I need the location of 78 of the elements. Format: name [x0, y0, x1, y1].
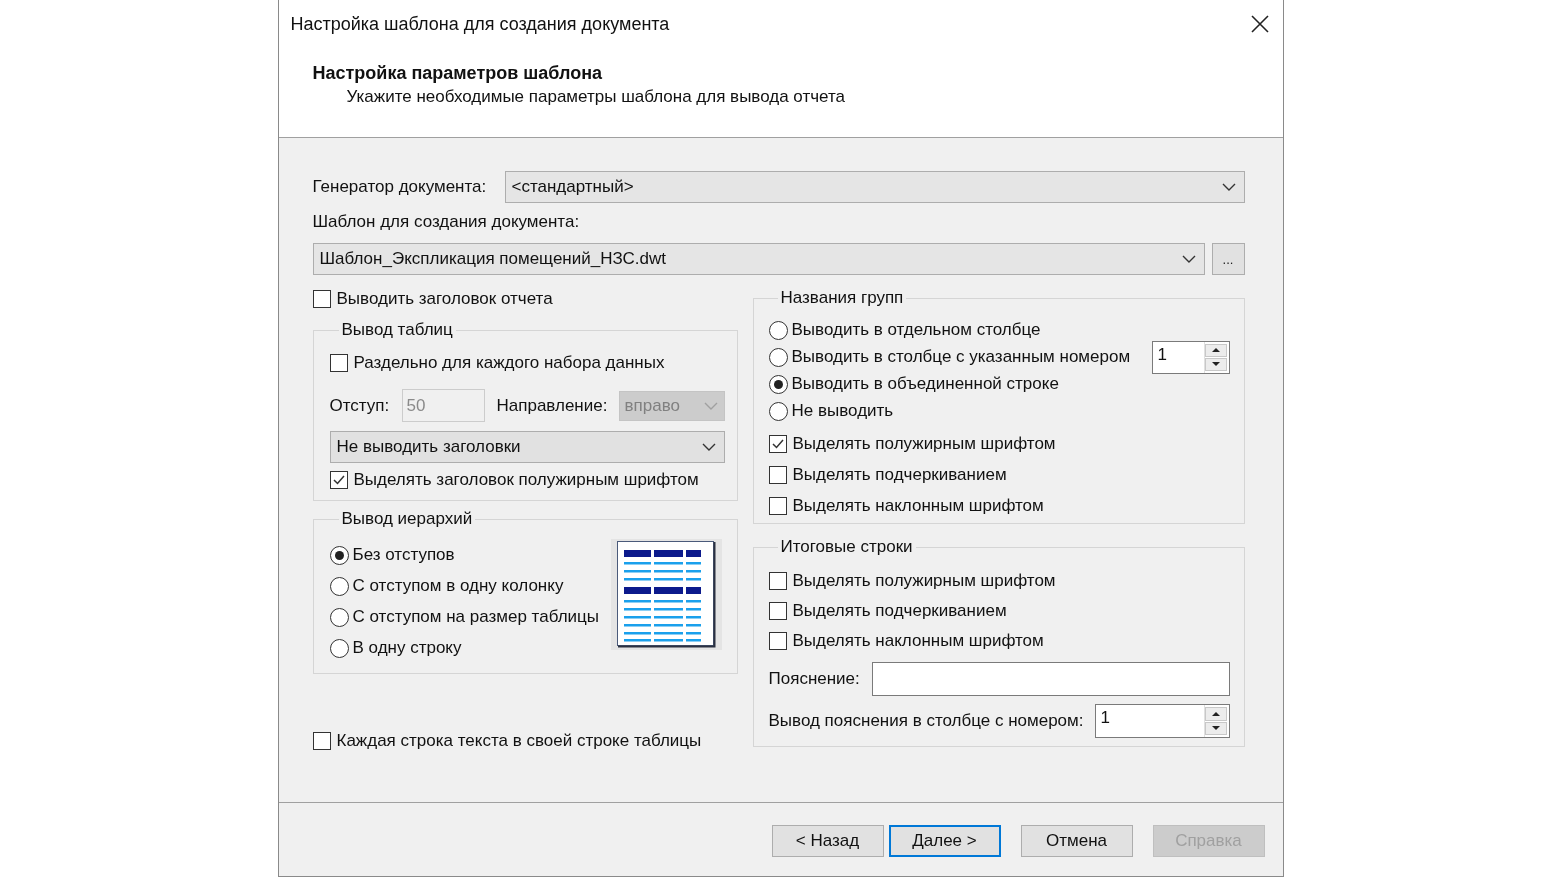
field-label: Отступ:	[329, 395, 391, 416]
group-title: Вывод таблиц	[340, 320, 454, 340]
field-label: Пояснение:	[768, 669, 861, 689]
group-title: Названия групп	[779, 288, 905, 308]
checkbox[interactable]	[312, 732, 331, 750]
dropdown[interactable]: <стандартный>	[504, 171, 1245, 203]
checkbox-label[interactable]: Каждая строка текста в своей строке таблицы	[336, 731, 702, 751]
radio-label[interactable]: Выводить в объединенной строке	[791, 374, 1059, 394]
down-triangle-icon	[1211, 362, 1220, 366]
up-triangle-icon	[1211, 348, 1220, 352]
checkbox-label[interactable]: Выводить заголовок отчета	[336, 289, 553, 309]
dropdown[interactable]: Шаблон_Экспликация помещений_НЗС.dwt	[312, 243, 1205, 275]
radio-label[interactable]: Без отступов	[352, 545, 455, 565]
chevron-down-icon	[701, 443, 716, 451]
number-field[interactable]: 1	[1094, 704, 1230, 738]
checkbox[interactable]	[768, 572, 787, 590]
input-field[interactable]	[871, 662, 1230, 696]
radio-label[interactable]: Выводить в отдельном столбце	[791, 320, 1041, 340]
radio-label[interactable]: Не выводить	[791, 401, 894, 421]
close-icon	[1250, 15, 1269, 33]
chevron-down-icon	[703, 401, 718, 410]
checkbox[interactable]	[768, 602, 787, 620]
radio-button[interactable]	[768, 374, 788, 394]
checkbox[interactable]	[768, 632, 787, 650]
radio-button[interactable]	[768, 320, 788, 340]
group-title: Вывод иерархий	[340, 509, 474, 529]
checkbox-label[interactable]: Выделять наклонным шрифтом	[792, 496, 1044, 516]
window-title: Настройка шаблона для создания документа	[290, 13, 670, 35]
checkbox-label[interactable]: Выделять подчеркиванием	[792, 465, 1007, 485]
checkbox-label[interactable]: Раздельно для каждого набора данных	[353, 353, 665, 373]
spin-down-button[interactable]	[1204, 357, 1227, 371]
dropdown[interactable]: Не выводить заголовки	[329, 431, 725, 463]
field-label: Шаблон для создания документа:	[312, 212, 580, 231]
chevron-down-icon	[1221, 183, 1236, 191]
up-triangle-icon	[1211, 711, 1220, 716]
spin-up-button[interactable]	[1204, 343, 1227, 357]
browse-button[interactable]: ...	[1211, 243, 1245, 275]
radio-label[interactable]: С отступом в одну колонку	[352, 576, 564, 596]
radio-dot-icon	[773, 379, 783, 389]
checkbox[interactable]	[312, 290, 331, 308]
radio-button[interactable]	[329, 607, 349, 627]
field-label: Генератор документа:	[312, 177, 488, 197]
page-heading: Настройка параметров шаблона	[312, 63, 603, 84]
radio-button[interactable]	[768, 401, 788, 421]
checkbox-label[interactable]: Выделять заголовок полужирным шрифтом	[353, 470, 699, 490]
checkbox[interactable]	[768, 497, 787, 515]
down-triangle-icon	[1211, 726, 1220, 731]
field-label: Направление:	[496, 395, 608, 416]
checkbox[interactable]	[329, 471, 348, 489]
field-label: Вывод пояснения в столбце с номером:	[768, 711, 1084, 731]
radio-button[interactable]	[329, 545, 349, 565]
group-title: Итоговые строки	[779, 537, 914, 557]
chevron-down-icon	[1181, 255, 1196, 263]
radio-label[interactable]: С отступом на размер таблицы	[352, 607, 600, 627]
radio-button[interactable]	[329, 576, 349, 596]
table-layout-icon	[610, 539, 722, 650]
radio-label[interactable]: В одну строку	[352, 638, 462, 658]
checkbox-label[interactable]: Выделять полужирным шрифтом	[792, 434, 1056, 454]
radio-dot-icon	[334, 550, 344, 560]
page-subtitle: Укажите необходимые параметры шаблона для вывода отчета	[346, 87, 846, 107]
checkbox-label[interactable]: Выделять наклонным шрифтом	[792, 631, 1044, 651]
dialog-button[interactable]: < Назад	[771, 825, 884, 857]
checkmark-icon	[332, 475, 345, 485]
checkbox[interactable]	[329, 354, 348, 372]
checkbox-label[interactable]: Выделять подчеркиванием	[792, 601, 1007, 621]
radio-button[interactable]	[329, 638, 349, 658]
dialog-button[interactable]: Далее >	[888, 825, 1001, 857]
spin-up-button[interactable]	[1204, 707, 1227, 721]
checkbox[interactable]	[768, 435, 787, 453]
close-button[interactable]	[1250, 15, 1269, 33]
checkmark-icon	[771, 439, 784, 449]
number-field[interactable]: 1	[1151, 340, 1230, 374]
radio-label[interactable]: Выводить в столбце с указанным номером	[791, 347, 1131, 367]
spin-down-button[interactable]	[1204, 721, 1227, 735]
checkbox[interactable]	[768, 466, 787, 484]
checkbox-label[interactable]: Выделять полужирным шрифтом	[792, 571, 1056, 591]
dialog-button[interactable]: Отмена	[1020, 825, 1133, 857]
radio-button[interactable]	[768, 347, 788, 367]
